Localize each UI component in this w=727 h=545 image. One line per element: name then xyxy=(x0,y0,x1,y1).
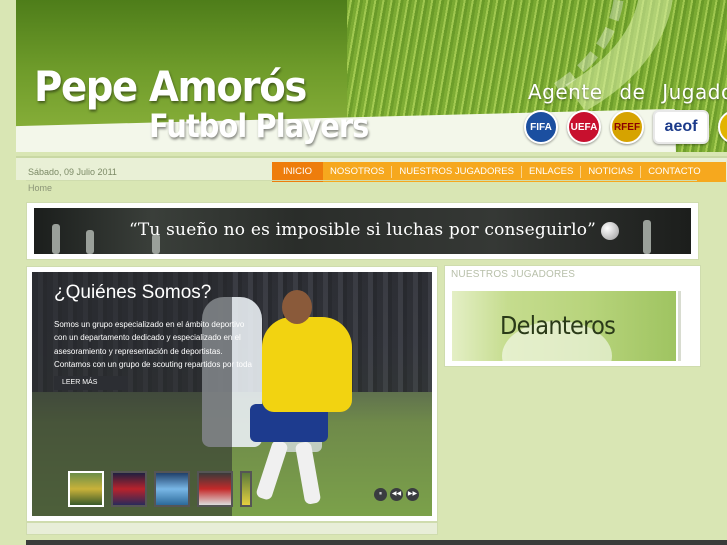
forwards-image[interactable]: Delanteros xyxy=(452,291,676,361)
featured-slider: ¿Quiénes Somos? Somos un grupo especiali… xyxy=(26,266,438,522)
main-nav: INICIO NOSOTROS NUESTROS JUGADORES ENLAC… xyxy=(272,162,726,182)
aeof-logo: aeof xyxy=(653,110,709,144)
slide-thumbnails xyxy=(68,471,252,507)
federation-logos: FIFA UEFA RFEF aeof xyxy=(524,110,727,144)
fifa-logo: FIFA xyxy=(524,110,558,144)
slide-thumbnail[interactable] xyxy=(197,471,233,507)
pause-icon[interactable]: ⏸ xyxy=(374,488,387,501)
nav-item-inicio[interactable]: INICIO xyxy=(272,162,324,182)
site-subtitle: Futbol Players xyxy=(149,107,369,145)
nav-item-noticias[interactable]: NOTICIAS xyxy=(581,162,640,182)
slide-thumbnail[interactable] xyxy=(68,471,104,507)
player-leg xyxy=(255,438,289,502)
next-icon[interactable]: ▶▶ xyxy=(406,488,419,501)
motto-banner: “Tu sueño no es imposible si luchas por … xyxy=(26,202,699,260)
uefa-logo: UEFA xyxy=(567,110,601,144)
slide-thumbnail[interactable] xyxy=(154,471,190,507)
current-date: Sábado, 09 Julio 2011 xyxy=(28,167,117,177)
nav-item-contacto[interactable]: CONTACTO xyxy=(641,162,707,182)
player-head xyxy=(282,290,312,324)
nav-row: Sábado, 09 Julio 2011 INICIO NOSOTROS NU… xyxy=(16,156,727,182)
slider-footer xyxy=(26,522,438,535)
rfef-logo: RFEF xyxy=(610,110,644,144)
breadcrumb[interactable]: Home xyxy=(28,183,52,193)
site-tagline: Agente de Jugadores xyxy=(528,80,727,104)
slide-text: Somos un grupo especializado en el ámbit… xyxy=(54,320,252,369)
slide-thumbnail[interactable] xyxy=(111,471,147,507)
slide-thumbnail[interactable] xyxy=(240,471,252,507)
slider-controls: ⏸ ◀◀ ▶▶ xyxy=(374,488,419,501)
banner-motto: “Tu sueño no es imposible si luchas por … xyxy=(128,220,597,240)
banner-image: “Tu sueño no es imposible si luchas por … xyxy=(34,208,691,254)
slide-title: ¿Quiénes Somos? xyxy=(54,282,212,303)
site-header: Pepe Amorós Futbol Players Agente de Jug… xyxy=(16,0,727,152)
nav-item-enlaces[interactable]: ENLACES xyxy=(522,162,580,182)
previous-icon[interactable]: ◀◀ xyxy=(390,488,403,501)
forwards-label: Delanteros xyxy=(500,311,616,340)
footer-bar xyxy=(26,540,727,545)
nav-item-nosotros[interactable]: NOSOTROS xyxy=(323,162,391,182)
slide-image[interactable]: ¿Quiénes Somos? Somos un grupo especiali… xyxy=(32,272,432,516)
breadcrumb-divider xyxy=(26,180,697,181)
panel-title: NUESTROS JUGADORES xyxy=(451,269,576,280)
read-more-button[interactable]: LEER MÁS xyxy=(54,376,128,390)
nav-item-nuestros-jugadores[interactable]: NUESTROS JUGADORES xyxy=(392,162,521,182)
club-badge-logo xyxy=(718,110,727,144)
site-title[interactable]: Pepe Amorós xyxy=(34,62,307,111)
players-panel: NUESTROS JUGADORES Delanteros xyxy=(444,265,701,367)
player-shirt xyxy=(262,317,352,412)
panel-scrollbar[interactable] xyxy=(678,291,681,361)
